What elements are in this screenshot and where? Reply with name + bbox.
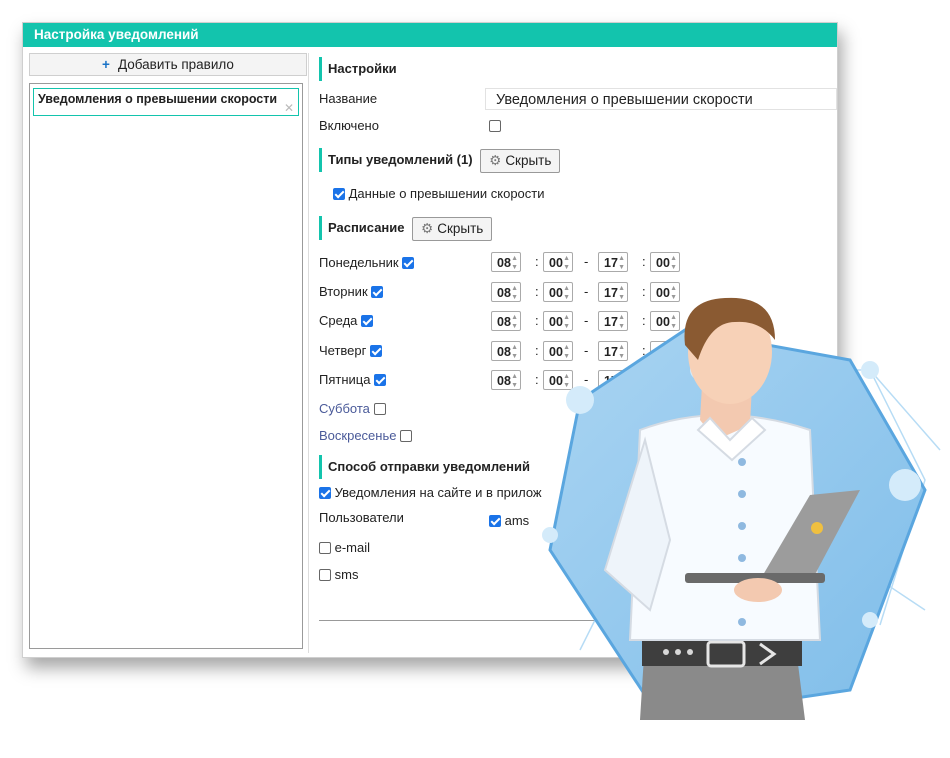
email-checkbox[interactable] (319, 542, 331, 554)
window-title: Настройка уведомлений (23, 23, 837, 47)
settings-section-title: Настройки (319, 57, 397, 81)
users-label: Пользователи (319, 510, 404, 525)
day-monday-checkbox[interactable] (402, 257, 415, 269)
rule-item-label: Уведомления о превышении скорости (38, 92, 278, 106)
types-section-title: Типы уведомлений (1) ⚙ Скрыть (319, 148, 561, 173)
rules-pane: + Добавить правило Уведомления о превышен… (29, 53, 307, 651)
schedule-hide-button[interactable]: ⚙ Скрыть (412, 216, 493, 241)
pane-divider (308, 53, 309, 653)
time-colon: : (535, 254, 539, 269)
sms-label: sms (334, 567, 359, 582)
day-wednesday: Среда (319, 313, 374, 328)
day-sunday: Воскресенье (319, 428, 413, 443)
name-label: Название (319, 91, 378, 106)
start-hour-spinner[interactable]: 08 ▲ ▼ (491, 282, 521, 302)
start-hour-spinner[interactable]: 08 ▲ ▼ (491, 311, 521, 331)
email-label: e-mail (334, 540, 371, 555)
rules-list: Уведомления о превышении скорости ✕ (29, 83, 303, 649)
end-hour-spinner[interactable]: 17▲▼ (598, 252, 628, 272)
add-rule-label: Добавить правило (117, 57, 234, 72)
spinner-arrows-icon[interactable]: ▲▼ (511, 254, 518, 272)
time-dash: - (584, 254, 589, 269)
close-icon[interactable]: ✕ (284, 101, 294, 115)
gear-icon: ⚙ (421, 220, 434, 236)
spinner-arrows-icon[interactable]: ▲▼ (511, 372, 518, 390)
day-friday: Пятница (319, 372, 387, 387)
add-rule-button[interactable]: + Добавить правило (29, 53, 307, 76)
spinner-arrows-icon[interactable]: ▲▼ (618, 254, 625, 272)
gear-icon: ⚙ (489, 152, 502, 168)
enabled-checkbox[interactable] (489, 120, 501, 132)
hand (734, 578, 782, 602)
type-checkbox[interactable] (333, 188, 345, 200)
day-saturday: Суббота (319, 401, 386, 416)
day-saturday-checkbox[interactable] (373, 403, 386, 415)
email-option[interactable]: e-mail (319, 540, 370, 555)
start-minute-spinner[interactable]: 00 ▲ ▼ (543, 252, 573, 272)
site-app-label: Уведомления на сайте и в прилож (334, 485, 542, 500)
spinner-arrows-icon[interactable]: ▲▼ (670, 254, 677, 272)
start-hour-spinner[interactable]: 08 ▲ ▼ (491, 370, 521, 390)
delivery-section-title: Способ отправки уведомлений (319, 455, 530, 479)
day-sunday-checkbox[interactable] (400, 430, 413, 442)
day-friday-checkbox[interactable] (374, 374, 387, 386)
spinner-arrows-icon[interactable]: ▲▼ (511, 343, 518, 361)
start-hour-spinner[interactable]: 08 ▲ ▼ (491, 341, 521, 361)
day-wednesday-checkbox[interactable] (361, 315, 374, 327)
start-hour-spinner[interactable]: 08 ▲ ▼ (491, 252, 521, 272)
laptop-logo (811, 522, 823, 534)
site-app-checkbox[interactable] (319, 487, 331, 499)
type-item[interactable]: Данные о превышении скорости (333, 186, 545, 201)
sms-option[interactable]: sms (319, 567, 358, 582)
end-minute-spinner[interactable]: 00▲▼ (650, 252, 680, 272)
spinner-arrows-icon[interactable]: ▲▼ (511, 284, 518, 302)
belt-dots (663, 649, 693, 655)
time-colon: : (642, 254, 646, 269)
spinner-arrows-icon[interactable]: ▲▼ (563, 254, 570, 272)
sms-checkbox[interactable] (319, 569, 331, 581)
day-thursday: Четверг (319, 343, 383, 358)
name-input[interactable]: Уведомления о превышении скорости (485, 88, 837, 110)
rule-item[interactable]: Уведомления о превышении скорости ✕ (33, 88, 299, 116)
user-ams-checkbox[interactable] (489, 515, 501, 527)
schedule-section-title: Расписание ⚙ Скрыть (319, 216, 493, 241)
day-monday: Понедельник (319, 255, 415, 270)
enabled-label: Включено (319, 118, 379, 133)
spinner-arrows-icon[interactable]: ▲▼ (511, 313, 518, 331)
type-item-label: Данные о превышении скорости (348, 186, 545, 201)
day-thursday-checkbox[interactable] (370, 345, 383, 357)
day-tuesday: Вторник (319, 284, 384, 299)
types-hide-button[interactable]: ⚙ Скрыть (480, 148, 561, 173)
plus-icon: + (102, 57, 110, 72)
site-app-option[interactable]: Уведомления на сайте и в прилож (319, 485, 542, 500)
day-tuesday-checkbox[interactable] (371, 286, 384, 298)
person-with-laptop-illustration (542, 297, 941, 720)
